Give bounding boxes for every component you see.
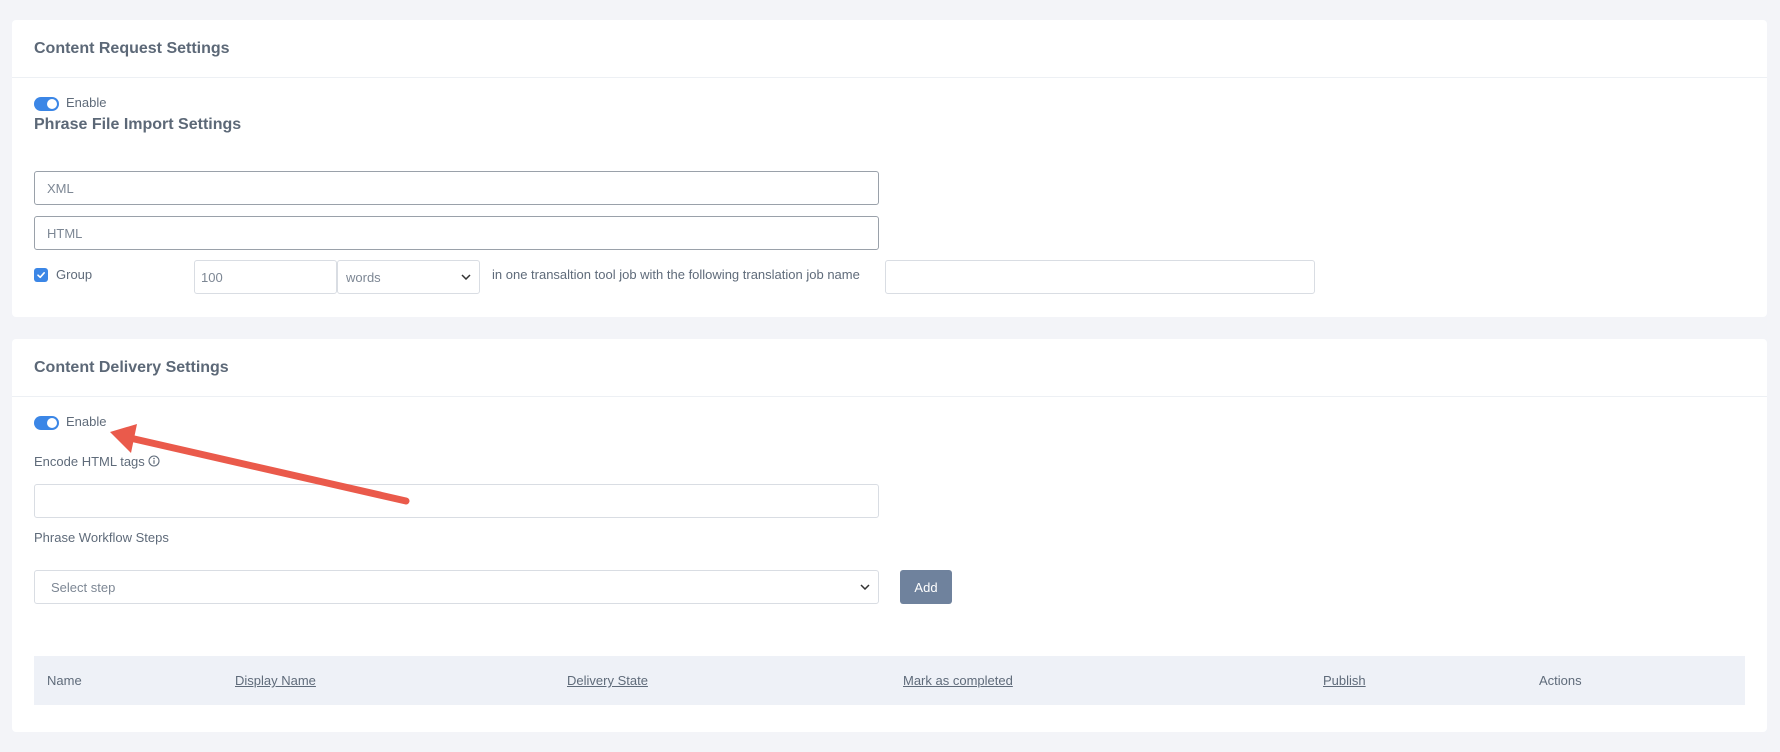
content-request-enable-label: Enable <box>66 95 107 110</box>
group-size-input[interactable]: 100 <box>194 260 337 294</box>
column-display-name[interactable]: Display Name <box>235 656 316 705</box>
group-unit-select[interactable]: words <box>337 260 480 294</box>
content-delivery-title: Content Delivery Settings <box>34 358 229 376</box>
chevron-down-icon <box>860 584 870 590</box>
column-mark-completed[interactable]: Mark as completed <box>903 656 1013 705</box>
column-actions: Actions <box>1539 673 1582 688</box>
group-checkbox[interactable] <box>34 268 48 282</box>
content-request-header: Content Request Settings <box>12 20 1767 78</box>
workflow-step-placeholder: Select step <box>51 579 116 595</box>
content-delivery-card: Content Delivery Settings Enable Encode … <box>12 339 1767 732</box>
column-publish[interactable]: Publish <box>1323 656 1366 705</box>
encode-html-label: Encode HTML tags <box>34 454 145 469</box>
content-delivery-enable-toggle[interactable] <box>34 416 59 430</box>
column-name: Name <box>47 673 82 688</box>
column-delivery-state[interactable]: Delivery State <box>567 656 648 705</box>
content-delivery-enable-label: Enable <box>66 414 107 429</box>
workflow-table-header: Name Display Name Delivery State Mark as… <box>34 656 1745 705</box>
workflow-step-select[interactable]: Select step <box>34 570 879 604</box>
content-delivery-header: Content Delivery Settings <box>12 339 1767 397</box>
html-input-placeholder: HTML <box>47 225 83 241</box>
add-step-button[interactable]: Add <box>900 570 952 604</box>
group-size-value: 100 <box>201 269 223 285</box>
content-request-title: Content Request Settings <box>34 39 230 57</box>
group-description: in one transaltion tool job with the fol… <box>492 267 860 282</box>
job-name-input[interactable] <box>885 260 1315 294</box>
info-icon[interactable] <box>148 455 160 467</box>
group-unit-value: words <box>346 269 381 285</box>
xml-input[interactable]: XML <box>34 171 879 205</box>
encode-html-input[interactable] <box>34 484 879 518</box>
add-step-label: Add <box>914 579 938 595</box>
workflow-steps-label: Phrase Workflow Steps <box>34 530 169 545</box>
content-request-card: Content Request Settings Enable Phrase F… <box>12 20 1767 317</box>
xml-input-placeholder: XML <box>47 180 74 196</box>
content-request-enable-toggle[interactable] <box>34 97 59 111</box>
check-icon <box>37 272 45 279</box>
group-label: Group <box>56 267 93 282</box>
chevron-down-icon <box>461 274 471 280</box>
html-input[interactable]: HTML <box>34 216 879 250</box>
phrase-import-heading: Phrase File Import Settings <box>34 116 242 133</box>
